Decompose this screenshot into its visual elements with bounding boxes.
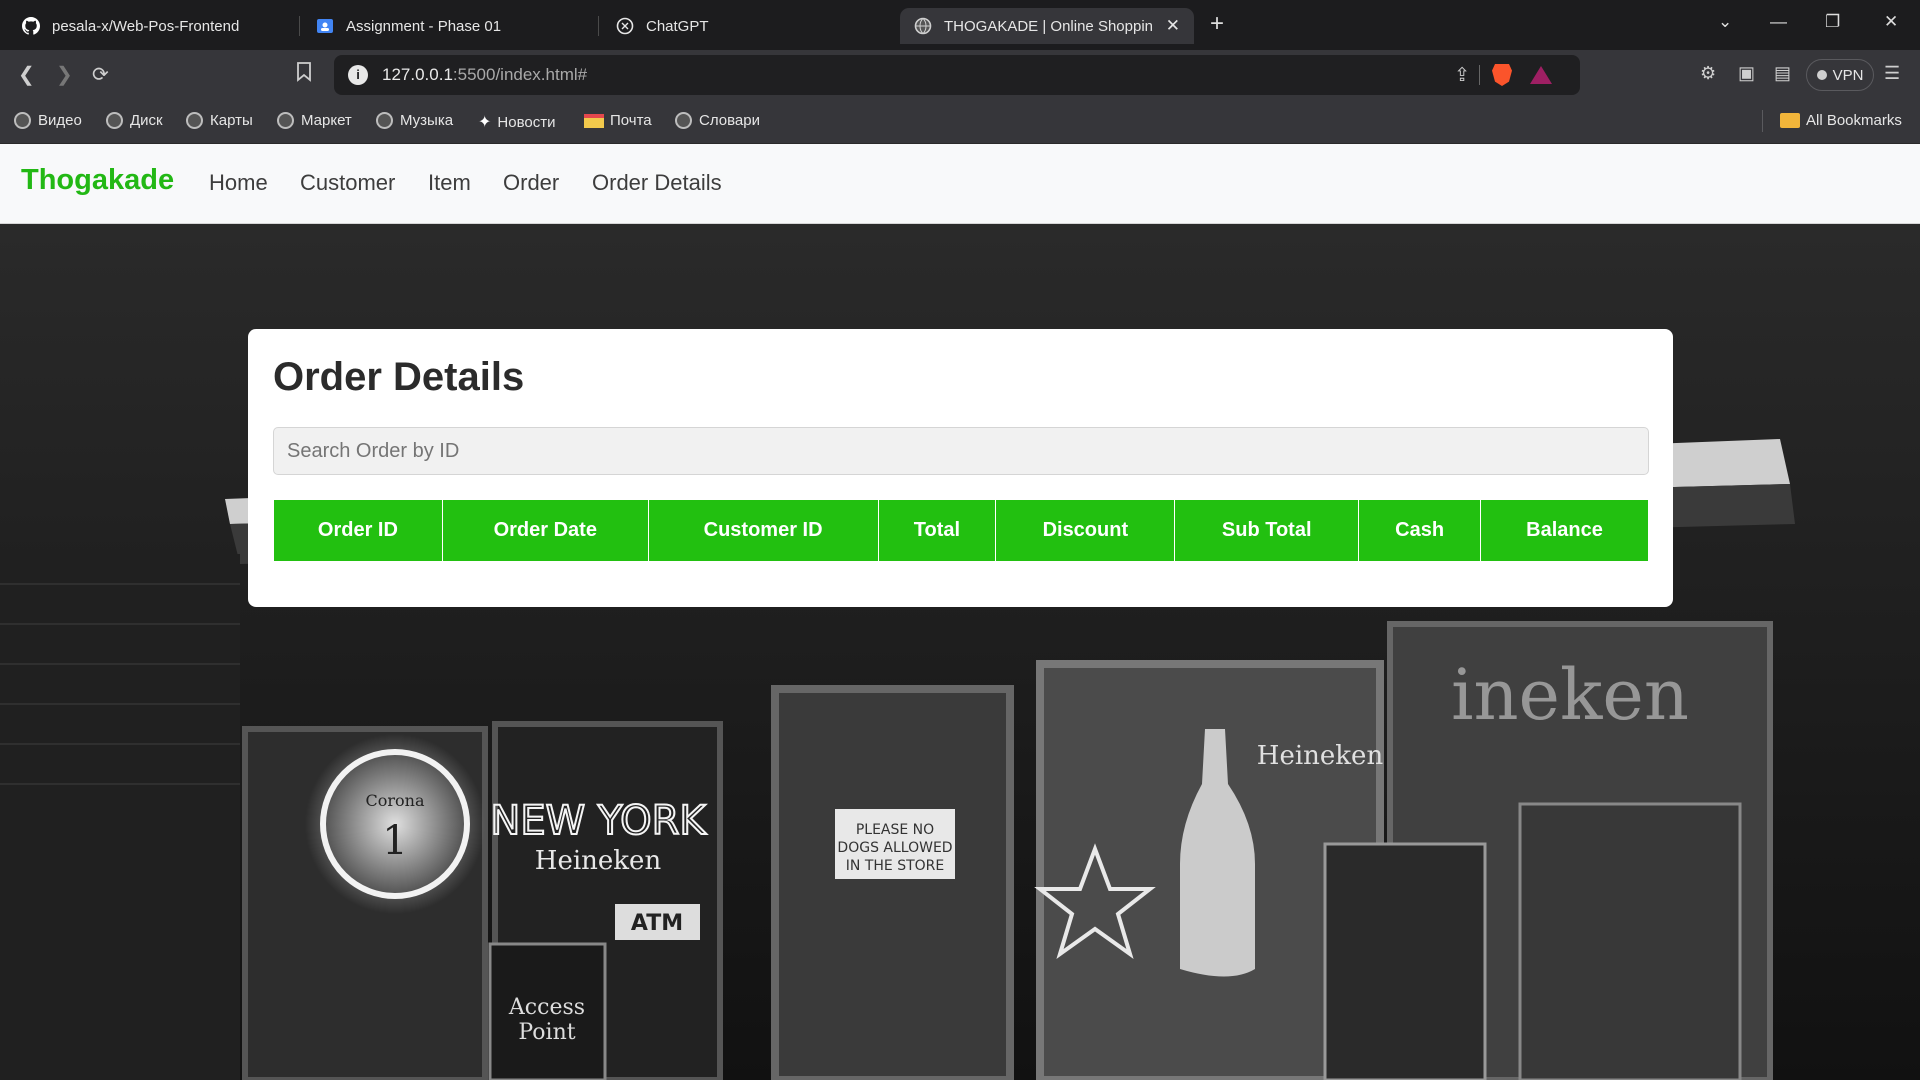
vpn-status-icon [1816,70,1827,80]
address-bar[interactable]: i 127.0.0.1:5500/index.html# ⇪ [334,55,1580,95]
bookmark-icon[interactable] [296,62,312,88]
tab-search-chevron-icon[interactable]: ⌄ [1718,12,1732,32]
column-header-balance[interactable]: Balance [1480,499,1649,562]
column-header-order-id[interactable]: Order ID [273,499,443,562]
browser-tab[interactable]: Assignment - Phase 01 [302,8,592,44]
extensions-icon[interactable]: ⚙ [1700,63,1716,84]
tab-title: Assignment - Phase 01 [346,17,502,35]
tab-title: ChatGPT [646,17,709,35]
bookmark-item[interactable]: Музыка [376,112,453,129]
brand-logo[interactable]: Thogakade [21,164,174,197]
url-text[interactable]: 127.0.0.1:5500/index.html# [382,65,587,85]
bookmark-item[interactable]: ✦ Новости [478,112,555,132]
tab-separator [299,16,300,36]
table-header-row: Order ID Order Date Customer ID Total Di… [273,499,1649,562]
restore-icon[interactable]: ❐ [1825,12,1840,32]
column-header-customer-id[interactable]: Customer ID [647,499,879,562]
sidebar-icon[interactable]: ▣ [1738,63,1755,84]
globe-icon [914,17,932,35]
svg-text:Access: Access [508,995,585,1020]
column-header-cash[interactable]: Cash [1358,499,1482,562]
minimize-icon[interactable]: — [1770,12,1787,32]
close-tab-icon[interactable]: ✕ [1166,16,1180,36]
browser-toolbar: ❮ ❯ ⟳ i 127.0.0.1:5500/index.html# ⇪ ⚙ ▣… [0,50,1920,100]
back-icon[interactable]: ❮ [18,62,35,87]
column-header-sub-total[interactable]: Sub Total [1174,499,1360,562]
web-page: Thogakade Home Customer Item Order Order… [0,144,1920,1080]
globe-icon [14,112,31,129]
brave-rewards-icon[interactable] [1530,66,1552,84]
classroom-icon [316,17,334,35]
globe-icon [675,112,692,129]
close-window-icon[interactable]: ✕ [1884,12,1898,32]
svg-text:DOGS ALLOWED: DOGS ALLOWED [837,840,952,856]
forward-icon[interactable]: ❯ [56,62,73,87]
svg-text:Heineken: Heineken [535,846,662,876]
menu-icon[interactable]: ☰ [1884,63,1900,84]
browser-tab-strip: pesala-x/Web-Pos-Frontend Assignment - P… [0,0,1920,50]
site-info-icon[interactable]: i [348,65,368,85]
all-bookmarks[interactable]: All Bookmarks [1780,112,1902,129]
browser-tab-active[interactable]: THOGAKADE | Online Shopping ✕ [900,8,1194,44]
browser-tab[interactable]: ChatGPT [602,8,892,44]
order-details-card: Order Details Order ID Order Date Custom… [248,329,1673,607]
vpn-button[interactable]: VPN [1806,59,1874,91]
new-tab-button[interactable]: + [1210,10,1224,38]
reload-icon[interactable]: ⟳ [92,62,109,87]
bookmark-item[interactable]: Карты [186,112,253,129]
storefront-background-image: Corona 1 NEW YORK Heineken ATM Access Po… [0,224,1920,1080]
tab-title: pesala-x/Web-Pos-Frontend [52,17,240,35]
svg-text:1: 1 [382,818,407,864]
page-title: Order Details [273,355,525,399]
svg-text:ineken: ineken [1451,654,1689,736]
svg-text:Corona: Corona [366,791,425,810]
spark-icon: ✦ [478,114,492,131]
omnibox-divider [1479,65,1480,85]
globe-icon [376,112,393,129]
nav-link-home[interactable]: Home [209,170,268,196]
tab-title: THOGAKADE | Online Shopping [944,17,1152,35]
wallet-icon[interactable]: ▤ [1774,63,1791,84]
svg-text:ATM: ATM [631,911,683,936]
browser-tab[interactable]: pesala-x/Web-Pos-Frontend [8,8,298,44]
globe-icon [186,112,203,129]
bookmarks-divider [1762,110,1763,132]
bookmark-item[interactable]: Диск [106,112,163,129]
svg-text:IN THE STORE: IN THE STORE [846,858,944,874]
bookmarks-bar: Видео Диск Карты Маркет Музыка ✦ Новости … [0,100,1920,144]
brave-shields-icon[interactable] [1492,64,1512,86]
search-order-input[interactable] [273,427,1649,475]
svg-text:Point: Point [518,1020,575,1045]
bookmark-item[interactable]: Почта [584,112,652,129]
github-icon [22,17,40,35]
bookmark-item[interactable]: Видео [14,112,82,129]
share-icon[interactable]: ⇪ [1454,64,1470,87]
folder-icon [1780,113,1800,128]
nav-link-customer[interactable]: Customer [300,170,395,196]
nav-link-order[interactable]: Order [503,170,559,196]
svg-text:PLEASE NO: PLEASE NO [856,822,934,838]
nav-link-order-details[interactable]: Order Details [592,170,722,196]
mail-icon [584,113,604,128]
globe-icon [277,112,294,129]
bookmark-item[interactable]: Словари [675,112,760,129]
globe-icon [106,112,123,129]
tab-separator [598,16,599,36]
nav-link-item[interactable]: Item [428,170,471,196]
svg-text:NEW YORK: NEW YORK [490,798,707,844]
column-header-total[interactable]: Total [877,499,997,562]
order-details-table: Order ID Order Date Customer ID Total Di… [273,499,1649,562]
column-header-order-date[interactable]: Order Date [441,499,649,562]
site-navbar: Thogakade Home Customer Item Order Order… [0,144,1920,224]
column-header-discount[interactable]: Discount [995,499,1176,562]
svg-text:Heineken: Heineken [1257,741,1384,771]
bookmark-item[interactable]: Маркет [277,112,352,129]
chatgpt-icon [616,17,634,35]
